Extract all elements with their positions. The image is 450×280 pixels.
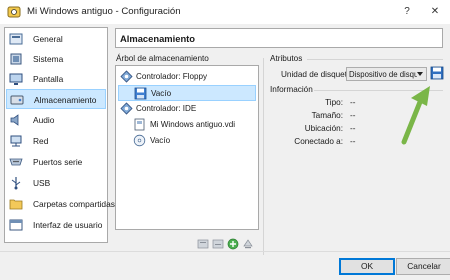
- tree-item-label: Controlador: IDE: [136, 104, 197, 113]
- sidebar-item-label: Puertos serie: [33, 157, 83, 167]
- tree-item-vdi[interactable]: Mi Windows antiguo.vdi: [118, 117, 256, 133]
- help-button[interactable]: ?: [399, 4, 415, 20]
- sidebar-item-audio[interactable]: Audio: [6, 110, 106, 130]
- storage-tree[interactable]: Controlador: Floppy Vacío Controlador: I…: [115, 65, 259, 230]
- audio-icon: [10, 114, 19, 126]
- remove-attachment-icon[interactable]: [242, 238, 254, 250]
- tree-item-label: Controlador: Floppy: [136, 72, 208, 81]
- virtualbox-icon: [7, 6, 21, 18]
- serial-ports-icon: [9, 158, 23, 166]
- page-title-text: Almacenamiento: [120, 33, 196, 44]
- sidebar-item-label: USB: [33, 178, 51, 188]
- tree-item-label: Mi Windows antiguo.vdi: [150, 120, 236, 129]
- controller-icon: [120, 70, 133, 83]
- attributes-divider: [307, 59, 443, 60]
- optical-disc-icon: [133, 134, 146, 147]
- add-controller-icon[interactable]: [197, 238, 209, 250]
- ok-button[interactable]: OK: [339, 258, 395, 275]
- disk-drive-select-value: Dispositivo de disque: [349, 70, 417, 79]
- attributes-heading: Atributos: [270, 54, 303, 63]
- sidebar-item-pantalla[interactable]: Pantalla: [6, 69, 106, 89]
- tree-item-ide-controller[interactable]: Controlador: IDE: [118, 101, 256, 117]
- sidebar-item-red[interactable]: Red: [6, 131, 106, 151]
- information-heading: Información: [270, 85, 313, 94]
- general-icon: [9, 33, 23, 45]
- panel-divider: [263, 58, 264, 255]
- info-size-label: Tamaño:: [311, 111, 343, 120]
- sidebar-item-label: Sistema: [33, 54, 64, 64]
- title-bar: Mi Windows antiguo - Configuración ? ✕: [0, 0, 450, 24]
- tree-item-floppy-empty[interactable]: Vacío: [118, 85, 256, 101]
- annotation-arrow: [401, 86, 430, 145]
- usb-icon: [11, 177, 21, 190]
- shared-folders-icon: [9, 199, 23, 210]
- sidebar-item-usb[interactable]: USB: [6, 173, 106, 193]
- sidebar-item-carpetas-compartidas[interactable]: Carpetas compartidas: [6, 194, 115, 214]
- sidebar-item-sistema[interactable]: Sistema: [6, 49, 106, 69]
- sidebar-item-interfaz-de-usuario[interactable]: Interfaz de usuario: [6, 215, 106, 235]
- tree-item-label: Vacío: [150, 136, 171, 145]
- info-location-label: Ubicación:: [304, 124, 343, 133]
- close-button[interactable]: ✕: [427, 4, 443, 20]
- sidebar-item-label: Red: [33, 136, 49, 146]
- network-icon: [10, 135, 22, 147]
- controller-icon: [120, 102, 133, 115]
- system-icon: [10, 53, 22, 65]
- window-title: Mi Windows antiguo - Configuración: [27, 6, 181, 17]
- add-attachment-icon[interactable]: [227, 238, 239, 250]
- sidebar-item-puertos-serie[interactable]: Puertos serie: [6, 152, 106, 172]
- info-type-value: --: [350, 98, 356, 107]
- sidebar-item-label: Carpetas compartidas: [33, 199, 115, 209]
- sidebar-item-label: Audio: [33, 115, 55, 125]
- info-location-value: --: [350, 124, 356, 133]
- info-attached-value: --: [350, 137, 356, 146]
- floppy-disk-icon[interactable]: [430, 66, 444, 80]
- tree-item-label: Vacío: [151, 89, 172, 98]
- sidebar-item-label: Almacenamiento: [34, 95, 97, 105]
- info-attached-label: Conectado a:: [294, 137, 343, 146]
- cancel-button[interactable]: Cancelar: [396, 258, 450, 275]
- sidebar-item-label: Pantalla: [33, 74, 64, 84]
- display-icon: [9, 73, 23, 85]
- page-title: Almacenamiento: [115, 28, 443, 48]
- tree-item-floppy-controller[interactable]: Controlador: Floppy: [118, 69, 256, 85]
- chevron-down-icon: [417, 72, 423, 76]
- sidebar-item-almacenamiento[interactable]: Almacenamiento: [6, 89, 106, 109]
- tree-item-ide-empty[interactable]: Vacío: [118, 133, 256, 149]
- sidebar-item-label: General: [33, 34, 63, 44]
- disk-drive-label: Unidad de disquete:: [281, 70, 354, 79]
- footer-divider: [0, 251, 450, 252]
- remove-controller-icon[interactable]: [212, 238, 224, 250]
- settings-sidebar: General Sistema Pantalla Almacenamiento …: [4, 27, 115, 243]
- disk-drive-select[interactable]: Dispositivo de disque: [346, 67, 427, 81]
- hard-disk-icon: [134, 118, 145, 131]
- info-type-label: Tipo:: [325, 98, 343, 107]
- floppy-icon: [134, 87, 147, 100]
- sidebar-item-general[interactable]: General: [6, 29, 106, 49]
- storage-tree-label: Árbol de almacenamiento: [116, 54, 209, 63]
- sidebar-item-label: Interfaz de usuario: [33, 220, 103, 230]
- info-size-value: --: [350, 111, 356, 120]
- user-interface-icon: [9, 219, 23, 231]
- storage-icon: [10, 95, 24, 105]
